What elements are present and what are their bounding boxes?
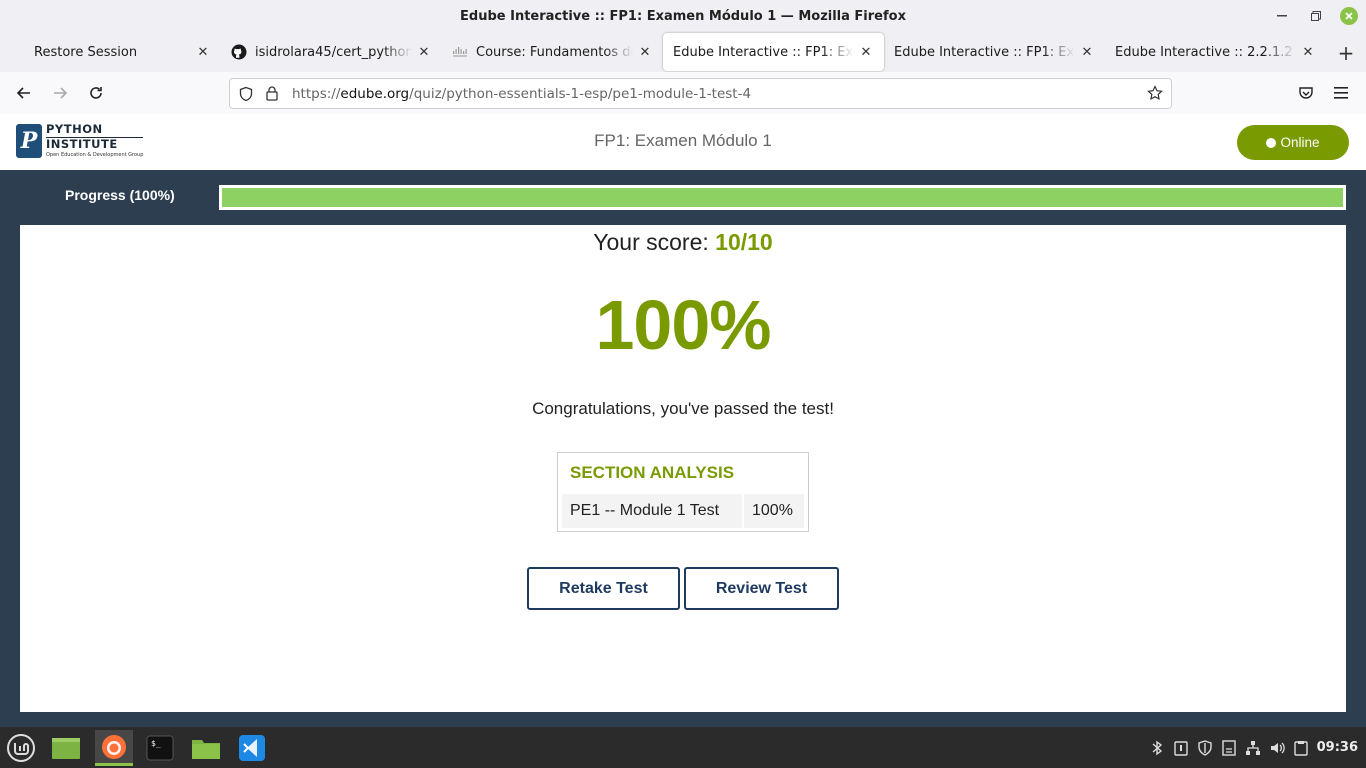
retake-test-button[interactable]: Retake Test	[527, 567, 680, 610]
review-test-button[interactable]: Review Test	[684, 567, 839, 610]
section-analysis-heading: SECTION ANALYSIS	[570, 463, 735, 482]
tab-label: Edube Interactive :: FP1: Examen	[673, 44, 854, 60]
tab-edube-exam[interactable]: Edube Interactive :: FP1: Examen ✕	[884, 34, 1105, 70]
tab-label: Restore Session	[34, 44, 138, 60]
url-text[interactable]: https://edube.org/quiz/python-essentials…	[292, 86, 751, 102]
site-header: P PYTHON INSTITUTE Open Education & Deve…	[0, 114, 1366, 170]
online-status-badge: Online	[1237, 125, 1349, 160]
window-controls	[1272, 6, 1358, 26]
system-tray: 09:36	[1149, 727, 1358, 768]
tab-course-fundamentos[interactable]: Course: Fundamentos de Pyth ✕	[442, 34, 663, 70]
tab-github[interactable]: isidrolara45/cert_python_gr ✕	[221, 34, 442, 70]
score-line: Your score: 10/10	[20, 229, 1346, 256]
progress-label: Progress (100%)	[65, 187, 175, 203]
section-analysis-table: SECTION ANALYSIS PE1 -- Module 1 Test 10…	[557, 452, 809, 532]
tab-edube-literal[interactable]: Edube Interactive :: 2.2.1.2 Literal ✕	[1105, 34, 1326, 70]
firefox-icon[interactable]	[95, 730, 133, 766]
quiz-title: FP1: Examen Módulo 1	[594, 131, 772, 150]
progress-fill	[222, 188, 1343, 207]
update-manager-icon[interactable]	[1173, 740, 1189, 756]
shield-tray-icon[interactable]	[1197, 739, 1213, 756]
page-viewport: P PYTHON INSTITUTE Open Education & Deve…	[0, 114, 1366, 727]
tab-label: Edube Interactive :: 2.2.1.2 Literal	[1115, 44, 1296, 60]
url-domain: edube.org	[340, 85, 410, 102]
hamburger-menu-icon[interactable]	[1328, 79, 1356, 107]
cisco-icon	[452, 44, 468, 60]
section-name-cell: PE1 -- Module 1 Test	[562, 494, 742, 528]
logo-tagline: Open Education & Development Group	[46, 152, 144, 158]
files-icon[interactable]	[187, 730, 225, 766]
volume-icon[interactable]	[1269, 740, 1285, 756]
pocket-icon[interactable]	[1292, 79, 1320, 107]
tab-edube-exam-active[interactable]: Edube Interactive :: FP1: Examen ✕	[663, 33, 884, 71]
minimize-button[interactable]	[1272, 6, 1292, 26]
clock[interactable]: 09:36	[1317, 740, 1358, 755]
url-bar[interactable]: https://edube.org/quiz/python-essentials…	[229, 78, 1172, 109]
tab-restore-session[interactable]: Restore Session ✕	[0, 34, 221, 70]
show-desktop-icon[interactable]	[47, 730, 85, 766]
new-tab-button[interactable]: +	[1334, 41, 1358, 65]
score-value: 10/10	[715, 229, 773, 255]
github-icon	[231, 44, 247, 60]
section-score-cell: 100%	[744, 494, 804, 528]
close-window-button[interactable]	[1340, 7, 1358, 25]
notes-icon[interactable]	[1221, 739, 1237, 756]
bookmark-star-icon[interactable]	[1147, 85, 1163, 105]
close-tab-icon[interactable]: ✕	[637, 44, 653, 60]
score-prefix: Your score:	[593, 229, 709, 255]
table-row: PE1 -- Module 1 Test 100%	[562, 494, 804, 528]
close-tab-icon[interactable]: ✕	[858, 44, 874, 60]
network-icon[interactable]	[1245, 740, 1261, 756]
restore-icon	[10, 44, 26, 60]
svg-text:$_: $_	[151, 739, 161, 748]
close-tab-icon[interactable]: ✕	[195, 44, 211, 60]
tab-label: Edube Interactive :: FP1: Examen	[894, 44, 1075, 60]
close-tab-icon[interactable]: ✕	[1079, 44, 1095, 60]
taskbar: $_ 09:36	[0, 727, 1366, 768]
vscode-icon[interactable]	[233, 730, 271, 766]
terminal-icon[interactable]: $_	[141, 730, 179, 766]
close-tab-icon[interactable]: ✕	[416, 44, 432, 60]
close-tab-icon[interactable]: ✕	[1300, 44, 1316, 60]
tab-strip: Restore Session ✕ isidrolara45/cert_pyth…	[0, 33, 1366, 71]
forward-button[interactable]	[46, 79, 74, 107]
lock-icon[interactable]	[265, 85, 279, 105]
online-dot-icon	[1266, 137, 1277, 148]
online-label: Online	[1280, 135, 1320, 150]
tab-label: Course: Fundamentos de Pyth	[476, 44, 633, 60]
url-path: /quiz/python-essentials-1-esp/pe1-module…	[409, 85, 752, 102]
window-titlebar: Edube Interactive :: FP1: Examen Módulo …	[0, 0, 1366, 32]
clipboard-icon[interactable]	[1293, 740, 1309, 756]
bluetooth-icon[interactable]	[1149, 740, 1165, 756]
reload-button[interactable]	[82, 79, 110, 107]
tab-label: isidrolara45/cert_python_gr	[255, 44, 412, 60]
window-title: Edube Interactive :: FP1: Examen Módulo …	[460, 8, 906, 24]
pass-message: Congratulations, you've passed the test!	[532, 399, 834, 418]
mint-menu-icon[interactable]	[2, 730, 40, 766]
maximize-button[interactable]	[1306, 6, 1326, 26]
result-panel: Your score: 10/10 100% Congratulations, …	[20, 225, 1346, 712]
navigation-bar: https://edube.org/quiz/python-essentials…	[0, 72, 1366, 114]
score-percent: 100%	[595, 286, 771, 364]
back-button[interactable]	[10, 79, 38, 107]
url-prefix: https://	[292, 85, 341, 102]
shield-icon[interactable]	[238, 86, 254, 106]
progress-bar	[219, 185, 1346, 210]
